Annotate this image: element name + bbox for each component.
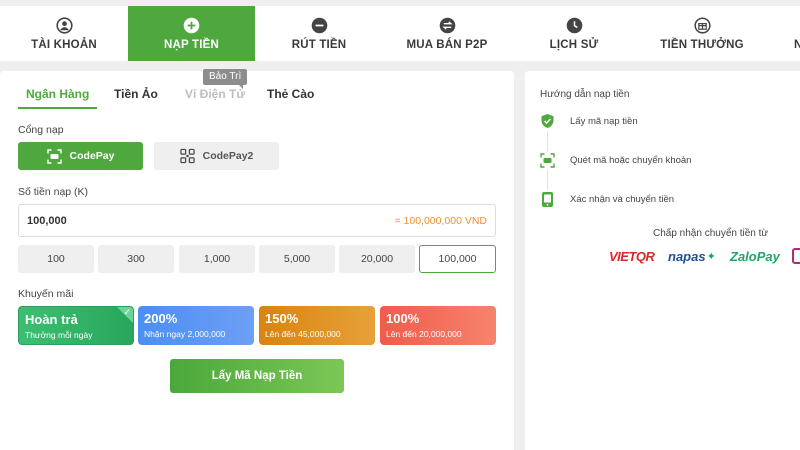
preset-chip[interactable]: 100 bbox=[18, 245, 94, 273]
guide-step-3: Xác nhận và chuyển tiền bbox=[540, 189, 674, 209]
shield-check-icon bbox=[540, 113, 555, 130]
get-deposit-code-button[interactable]: Lấy Mã Nạp Tiền bbox=[170, 359, 344, 393]
preset-chip[interactable]: 1,000 bbox=[179, 245, 255, 273]
nav-item-account[interactable]: TÀI KHOẢN bbox=[0, 6, 128, 61]
nav-item-withdraw[interactable]: RÚT TIỀN bbox=[255, 6, 383, 61]
partner-napas-logo: napas ✦ bbox=[668, 246, 716, 266]
promo-card-150[interactable]: 150% Lên đến 45,000,000 bbox=[259, 306, 375, 345]
gateway-label-text: CodePay2 bbox=[202, 150, 254, 162]
gateway-codepay-button[interactable]: CodePay bbox=[18, 142, 143, 170]
nav-label: TÀI KHOẢN bbox=[31, 39, 97, 51]
top-navigation: TÀI KHOẢN NẠP TIỀN RÚT TIỀN MUA BÁN P2P … bbox=[0, 6, 800, 61]
nav-item-history[interactable]: LỊCH SỬ bbox=[510, 6, 638, 61]
step-connector bbox=[547, 170, 548, 190]
qr-grid-icon bbox=[179, 148, 195, 164]
nav-label: MUA BÁN P2P bbox=[406, 39, 488, 51]
nav-item-partial[interactable]: N bbox=[766, 6, 800, 61]
account-icon bbox=[55, 16, 73, 34]
partner-name: VIETQR bbox=[609, 248, 655, 264]
guide-step-1: Lấy mã nạp tiền bbox=[540, 111, 638, 131]
minus-icon bbox=[310, 16, 328, 34]
scan-icon bbox=[540, 152, 555, 169]
napas-swirl-icon: ✦ bbox=[706, 250, 716, 263]
partial-icon bbox=[794, 16, 800, 34]
promo-subtitle: Lên đến 45,000,000 bbox=[265, 329, 341, 339]
preset-chip[interactable]: 300 bbox=[98, 245, 174, 273]
preset-chip[interactable]: 5,000 bbox=[259, 245, 335, 273]
partner-zalopay-logo: ZaloPay bbox=[730, 246, 780, 266]
gateway-label: Cổng nạp bbox=[18, 124, 64, 136]
gateway-codepay2-button[interactable]: CodePay2 bbox=[154, 142, 279, 170]
clock-icon bbox=[565, 16, 583, 34]
nav-item-bonus[interactable]: TIỀN THƯỞNG bbox=[638, 6, 766, 61]
preset-chip[interactable]: 20,000 bbox=[339, 245, 415, 273]
gift-icon bbox=[693, 16, 711, 34]
maintenance-badge: Bảo Trì bbox=[203, 69, 248, 89]
amount-input[interactable]: 100,000 = 100,000,000 VND bbox=[18, 204, 496, 237]
nav-label: NẠP TIỀN bbox=[163, 39, 220, 51]
promotion-label: Khuyến mãi bbox=[18, 288, 74, 300]
nav-label: N bbox=[794, 39, 800, 51]
tab-crypto[interactable]: Tiền Ảo bbox=[114, 85, 158, 109]
promo-title: 150% bbox=[265, 311, 299, 326]
check-icon: ✓ bbox=[123, 307, 131, 317]
nav-label: RÚT TIỀN bbox=[291, 39, 347, 51]
step-label: Quét mã hoặc chuyển khoản bbox=[570, 154, 692, 166]
tab-ewallet[interactable]: Ví Điện Tử bbox=[185, 85, 245, 109]
step-connector bbox=[547, 131, 548, 151]
guide-title: Hướng dẫn nạp tiền bbox=[540, 89, 630, 100]
nav-label: LỊCH SỬ bbox=[549, 39, 599, 51]
promo-subtitle: Lên đến 20,000,000 bbox=[386, 329, 462, 339]
amount-converted: = 100,000,000 VND bbox=[394, 214, 487, 227]
nav-item-deposit[interactable]: NẠP TIỀN bbox=[128, 6, 255, 61]
accept-title: Chấp nhận chuyển tiền từ bbox=[653, 228, 769, 239]
guide-panel: Hướng dẫn nạp tiền Lấy mã nạp tiền Quét … bbox=[525, 71, 800, 450]
step-label: Xác nhận và chuyển tiền bbox=[570, 193, 675, 205]
nav-label: TIỀN THƯỞNG bbox=[660, 39, 744, 51]
phone-icon bbox=[540, 191, 555, 208]
guide-step-2: Quét mã hoặc chuyển khoản bbox=[540, 150, 691, 170]
amount-value: 100,000 bbox=[27, 214, 67, 227]
scan-icon bbox=[46, 148, 62, 164]
promo-card-100[interactable]: 100% Lên đến 20,000,000 bbox=[380, 306, 496, 345]
preset-chip-selected[interactable]: 100,000 bbox=[419, 245, 496, 273]
step-label: Lấy mã nạp tiền bbox=[570, 115, 638, 127]
partner-partial-logo bbox=[792, 248, 800, 264]
nav-item-p2p[interactable]: MUA BÁN P2P bbox=[383, 6, 511, 61]
gateway-label-text: CodePay bbox=[69, 150, 115, 162]
deposit-method-tabs: Ngân Hàng Tiền Ảo Ví Điện Tử Thẻ Cào bbox=[18, 85, 498, 111]
partner-vietqr-logo: VIETQR bbox=[609, 246, 655, 266]
promo-title: Hoàn trả bbox=[25, 312, 78, 327]
partner-name: ZaloPay bbox=[730, 248, 780, 264]
promo-card-200[interactable]: 200% Nhận ngay 2,000,000 bbox=[138, 306, 254, 345]
partner-name: napas bbox=[668, 248, 706, 264]
promo-card-rebate[interactable]: Hoàn trả Thưởng mỗi ngày ✓ bbox=[18, 306, 134, 345]
promo-subtitle: Thưởng mỗi ngày bbox=[25, 330, 93, 340]
plus-icon bbox=[183, 16, 201, 34]
promo-subtitle: Nhận ngay 2,000,000 bbox=[144, 329, 226, 339]
promo-title: 100% bbox=[386, 311, 420, 326]
tab-bank[interactable]: Ngân Hàng bbox=[18, 85, 98, 109]
promo-title: 200% bbox=[144, 311, 178, 326]
tab-card[interactable]: Thẻ Cào bbox=[267, 85, 314, 109]
amount-label: Số tiền nạp (K) bbox=[18, 186, 89, 198]
swap-icon bbox=[438, 16, 456, 34]
